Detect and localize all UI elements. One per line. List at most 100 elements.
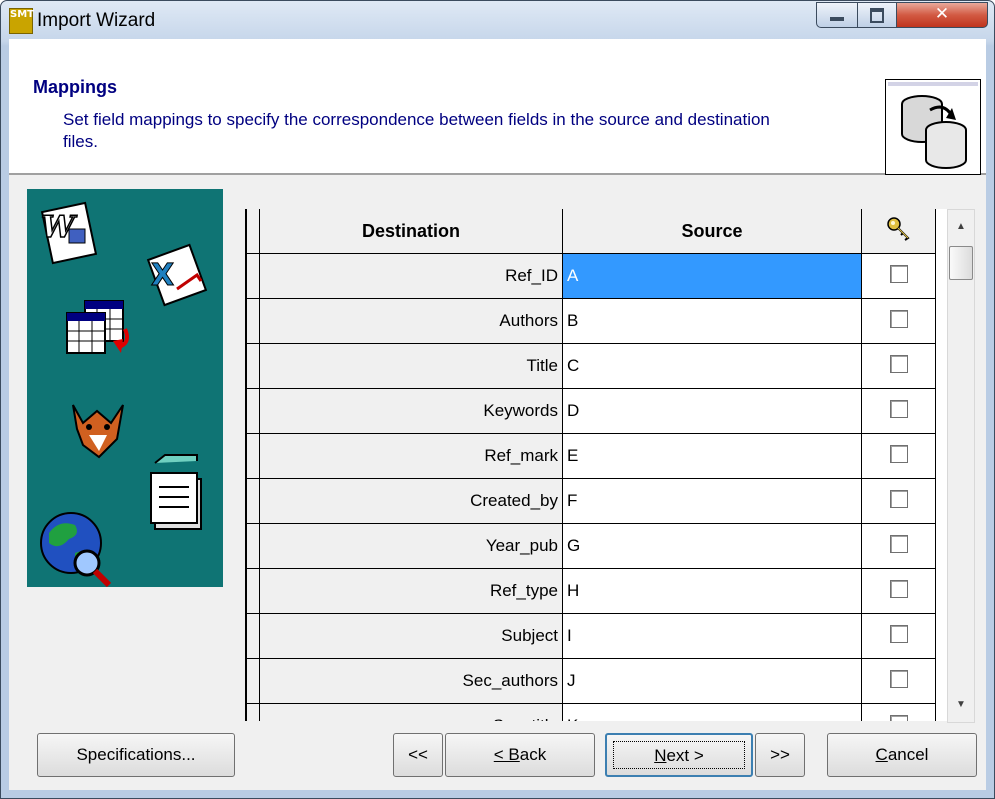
format-icons-panel: W X (27, 189, 223, 588)
source-field-name: H (567, 581, 580, 600)
close-button[interactable]: ✕ (896, 2, 988, 28)
key-checkbox[interactable] (889, 354, 908, 373)
cancel-button[interactable]: Cancel (827, 733, 977, 777)
scroll-down-arrow-icon[interactable]: ▼ (948, 688, 974, 722)
destination-cell[interactable]: Sec_authors (259, 658, 563, 704)
key-cell[interactable] (861, 298, 936, 344)
key-cell[interactable] (861, 253, 936, 299)
database-sync-icon (885, 79, 981, 175)
source-field-name: E (567, 446, 579, 465)
destination-field-name: Title (526, 356, 559, 375)
key-cell[interactable] (861, 433, 936, 479)
source-cell[interactable]: C (562, 343, 862, 389)
destination-cell[interactable]: Title (259, 343, 563, 389)
source-field-name: C (567, 356, 580, 375)
first-page-button[interactable]: << (393, 733, 443, 777)
source-cell[interactable]: F (562, 478, 862, 524)
row-indicator[interactable] (247, 298, 260, 344)
last-page-button[interactable]: >> (755, 733, 805, 777)
table-row[interactable]: Keywords D (247, 388, 936, 434)
key-checkbox[interactable] (889, 669, 908, 688)
table-row[interactable]: Ref_type H (247, 568, 936, 614)
destination-field-name: Sec_authors (462, 671, 558, 690)
table-row[interactable]: Sec_titleK (247, 703, 936, 721)
row-indicator[interactable] (247, 613, 260, 659)
key-cell[interactable] (861, 568, 936, 614)
key-checkbox[interactable] (889, 444, 908, 463)
destination-column-header[interactable]: Destination (259, 209, 563, 254)
source-column-header[interactable]: Source (562, 209, 862, 254)
table-row[interactable]: Sec_authors J (247, 658, 936, 704)
key-checkbox[interactable] (889, 534, 908, 553)
destination-cell[interactable]: Authors (259, 298, 563, 344)
destination-field-name: Created_by (470, 491, 558, 510)
key-cell[interactable] (861, 613, 936, 659)
destination-cell[interactable]: Ref_mark (259, 433, 563, 479)
source-cell[interactable]: K (562, 703, 862, 721)
key-checkbox[interactable] (889, 309, 908, 328)
row-indicator[interactable] (247, 478, 260, 524)
close-icon: ✕ (934, 4, 950, 24)
row-indicator[interactable] (247, 703, 260, 721)
key-checkbox[interactable] (889, 264, 908, 283)
grid-vertical-scrollbar[interactable]: ▲ ▼ (947, 209, 975, 723)
table-row[interactable]: Subject I (247, 613, 936, 659)
row-indicator[interactable] (247, 253, 260, 299)
key-cell[interactable] (861, 658, 936, 704)
key-checkbox[interactable] (889, 489, 908, 508)
source-field-name: A (567, 266, 579, 285)
key-checkbox[interactable] (889, 624, 908, 643)
row-indicator[interactable] (247, 568, 260, 614)
key-cell[interactable] (861, 703, 936, 721)
key-cell[interactable] (861, 523, 936, 569)
table-row[interactable]: Authors B (247, 298, 936, 344)
minimize-button[interactable] (816, 2, 858, 28)
row-indicator[interactable] (247, 343, 260, 389)
destination-field-name: Ref_ID (505, 266, 558, 285)
source-cell[interactable]: D (562, 388, 862, 434)
destination-cell[interactable]: Created_by (259, 478, 563, 524)
source-cell[interactable]: H (562, 568, 862, 614)
key-checkbox[interactable] (889, 714, 908, 721)
scroll-up-arrow-icon[interactable]: ▲ (948, 210, 974, 244)
destination-cell[interactable]: Year_pub (259, 523, 563, 569)
mappings-grid[interactable]: Destination Source Ref_IDAAuthorsBTi (245, 209, 947, 721)
source-cell[interactable]: J (562, 658, 862, 704)
minimize-icon (830, 17, 844, 21)
key-checkbox[interactable] (889, 579, 908, 598)
back-button[interactable]: < Back (445, 733, 595, 777)
destination-cell[interactable]: Sec_title (259, 703, 563, 721)
key-cell[interactable] (861, 478, 936, 524)
fox-icon (72, 404, 124, 459)
table-row[interactable]: Ref_mark E (247, 433, 936, 479)
source-cell[interactable]: A (562, 253, 862, 299)
table-row[interactable]: Year_pub G (247, 523, 936, 569)
maximize-button[interactable] (857, 2, 897, 28)
source-cell[interactable]: G (562, 523, 862, 569)
source-field-name: D (567, 401, 580, 420)
scroll-thumb[interactable] (949, 246, 973, 280)
source-field-name: J (567, 671, 576, 690)
next-button[interactable]: Next > (605, 733, 753, 777)
table-row[interactable]: Title C (247, 343, 936, 389)
key-cell[interactable] (861, 388, 936, 434)
row-indicator[interactable] (247, 658, 260, 704)
title-bar[interactable]: SMT Import Wizard ✕ (1, 1, 994, 39)
source-cell[interactable]: I (562, 613, 862, 659)
destination-cell[interactable]: Ref_type (259, 568, 563, 614)
row-indicator[interactable] (247, 388, 260, 434)
table-row[interactable]: Created_by F (247, 478, 936, 524)
row-indicator[interactable] (247, 523, 260, 569)
table-row[interactable]: Ref_ID A (247, 253, 936, 299)
key-checkbox[interactable] (889, 399, 908, 418)
key-column-header[interactable] (861, 209, 936, 254)
destination-cell[interactable]: Subject (259, 613, 563, 659)
source-field-name: G (567, 536, 581, 555)
destination-cell[interactable]: Keywords (259, 388, 563, 434)
specifications-button[interactable]: Specifications... (37, 733, 235, 777)
key-cell[interactable] (861, 343, 936, 389)
destination-cell[interactable]: Ref_ID (259, 253, 563, 299)
source-cell[interactable]: B (562, 298, 862, 344)
row-indicator[interactable] (247, 433, 260, 479)
source-cell[interactable]: E (562, 433, 862, 479)
